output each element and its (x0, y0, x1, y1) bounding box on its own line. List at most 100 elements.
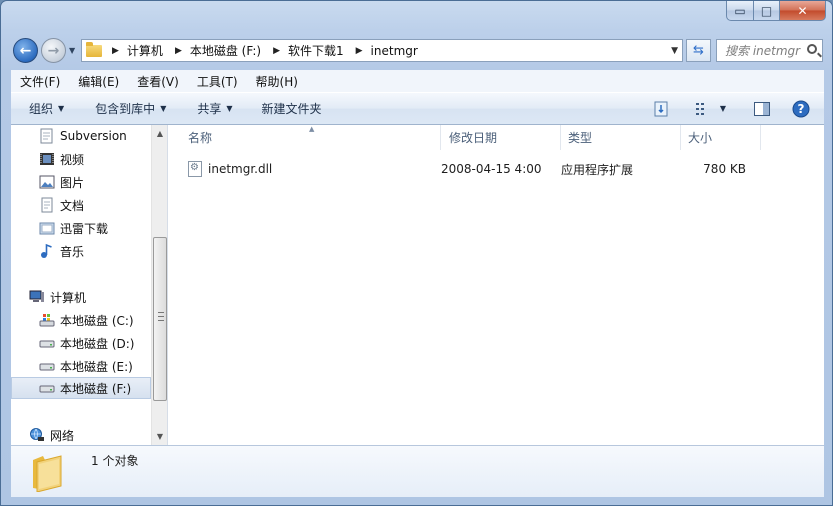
address-dropdown-icon[interactable]: ▼ (671, 46, 678, 56)
nav-item-documents[interactable]: 文档 (39, 194, 84, 216)
table-row[interactable]: inetmgr.dll 2008-04-15 4:00 应用程序扩展 780 K… (188, 159, 778, 179)
folder-icon (33, 455, 62, 492)
search-input[interactable]: 搜索 inetmgr (716, 39, 823, 62)
organize-button[interactable]: 组织 ▼ (11, 100, 73, 117)
scroll-down-icon[interactable]: ▼ (152, 428, 167, 444)
close-button[interactable]: ✕ (780, 1, 826, 21)
command-bar: 组织 ▼ 包含到库中 ▼ 共享 ▼ 新建文件夹 ▼ ? (11, 92, 824, 125)
forward-button[interactable]: → (41, 38, 66, 63)
nav-item-videos[interactable]: 视频 (39, 148, 84, 170)
nav-item-pictures[interactable]: 图片 (39, 171, 84, 193)
maximize-button[interactable]: □ (754, 1, 780, 21)
include-in-library-label: 包含到库中 (95, 102, 156, 116)
menu-view[interactable]: 查看(V) (128, 73, 188, 90)
breadcrumb-separator-icon[interactable]: ▶ (356, 46, 363, 56)
nav-item-network[interactable]: 网络 (29, 424, 74, 445)
caption-buttons: ▭ □ ✕ (726, 1, 826, 23)
recent-pages-dropdown[interactable]: ▼ (69, 46, 79, 55)
nav-item-label: 本地磁盘 (F:) (60, 381, 132, 396)
address-bar[interactable]: ▶ 计算机 ▶ 本地磁盘 (F:) ▶ 软件下载1 ▶ inetmgr ▼ (81, 39, 683, 62)
nav-item-music[interactable]: 音乐 (39, 240, 84, 262)
music-icon (41, 243, 52, 258)
computer-icon (29, 290, 44, 302)
file-modified: 2008-04-15 4:00 (441, 162, 542, 176)
close-icon: ✕ (797, 3, 808, 18)
video-icon (40, 153, 54, 165)
chevron-down-icon: ▼ (160, 104, 167, 113)
nav-scrollbar[interactable]: ▲ ▼ (151, 125, 167, 445)
nav-item-label: 文档 (60, 198, 85, 213)
drive-icon (39, 340, 55, 348)
breadcrumb-computer[interactable]: 计算机 (127, 42, 163, 59)
refresh-icon: ⇆ (693, 43, 704, 58)
maximize-icon: □ (760, 3, 773, 18)
nav-item-label: Subversion (60, 129, 127, 143)
file-list[interactable]: ▲ 名称 修改日期 类型 大小 inetmgr.dll 2008-04-15 4… (169, 125, 824, 445)
download-folder-icon (39, 222, 55, 235)
breadcrumb-drive-f[interactable]: 本地磁盘 (F:) (190, 42, 261, 59)
drive-icon (39, 363, 55, 371)
column-header-label: 修改日期 (449, 131, 498, 145)
file-name: inetmgr.dll (208, 162, 273, 176)
column-header-label: 类型 (568, 131, 593, 145)
organize-label: 组织 (29, 102, 54, 116)
nav-item-label: 音乐 (60, 244, 85, 259)
breadcrumb-downloads[interactable]: 软件下载1 (288, 42, 344, 59)
menu-bar: 文件(F) 编辑(E) 查看(V) 工具(T) 帮助(H) (11, 70, 824, 92)
chevron-down-icon: ▼ (58, 104, 65, 113)
menu-edit[interactable]: 编辑(E) (69, 73, 128, 90)
nav-item-computer[interactable]: 计算机 (29, 286, 86, 308)
back-arrow-icon: ← (19, 42, 32, 59)
column-header-label: 名称 (188, 131, 213, 145)
nav-item-drive-d[interactable]: 本地磁盘 (D:) (39, 332, 134, 354)
breadcrumb-inetmgr[interactable]: inetmgr (371, 44, 418, 58)
search-placeholder: 搜索 inetmgr (725, 44, 801, 58)
picture-icon (39, 175, 55, 189)
grip-icon (158, 312, 164, 321)
nav-item-drive-c[interactable]: 本地磁盘 (C:) (39, 309, 134, 331)
view-list-icon[interactable] (695, 101, 712, 117)
note-icon[interactable] (654, 101, 668, 117)
nav-item-label: 本地磁盘 (D:) (60, 336, 135, 351)
status-item-count: 1 个对象 (91, 454, 139, 468)
nav-item-label: 网络 (50, 428, 75, 443)
share-button[interactable]: 共享 ▼ (175, 100, 241, 117)
scroll-up-icon[interactable]: ▲ (152, 125, 167, 141)
refresh-button[interactable]: ⇆ (686, 39, 711, 62)
navigation-pane[interactable]: Subversion 视频 图片 文档 迅雷下载 音乐 计算机 本地磁盘 (C:… (11, 125, 168, 445)
column-header-modified[interactable]: 修改日期 (441, 125, 561, 150)
back-button[interactable]: ← (13, 38, 38, 63)
nav-item-drive-e[interactable]: 本地磁盘 (E:) (39, 355, 133, 377)
forward-arrow-icon: → (47, 42, 60, 59)
breadcrumb-separator-icon[interactable]: ▶ (175, 46, 182, 56)
nav-item-drive-f[interactable]: 本地磁盘 (F:) (11, 377, 151, 399)
nav-item-label: 本地磁盘 (C:) (60, 313, 134, 328)
scrollbar-thumb[interactable] (153, 237, 167, 401)
column-header-name[interactable]: 名称 (169, 125, 441, 150)
column-header-type[interactable]: 类型 (561, 125, 681, 150)
file-size: 780 KB (703, 162, 746, 176)
breadcrumb-separator-icon[interactable]: ▶ (273, 46, 280, 56)
include-in-library-button[interactable]: 包含到库中 ▼ (73, 100, 175, 117)
preview-pane-icon[interactable] (754, 101, 770, 117)
view-controls: ▼ ? (646, 93, 824, 124)
nav-item-xunlei[interactable]: 迅雷下载 (39, 217, 108, 239)
chevron-down-icon: ▼ (226, 104, 233, 113)
svg-text:?: ? (798, 102, 805, 116)
column-header-size[interactable]: 大小 (681, 125, 761, 150)
menu-tools[interactable]: 工具(T) (188, 73, 247, 90)
breadcrumb-separator-icon[interactable]: ▶ (112, 46, 119, 56)
drive-icon (39, 385, 55, 393)
view-dropdown-icon[interactable]: ▼ (720, 104, 726, 113)
search-icon[interactable] (807, 44, 817, 54)
menu-help[interactable]: 帮助(H) (247, 73, 307, 90)
help-icon[interactable]: ? (792, 100, 810, 118)
document-icon (40, 128, 53, 144)
minimize-icon: ▭ (734, 3, 746, 18)
new-folder-button[interactable]: 新建文件夹 (242, 100, 331, 117)
minimize-button[interactable]: ▭ (726, 1, 754, 21)
dll-file-icon (188, 161, 202, 177)
menu-file[interactable]: 文件(F) (11, 73, 69, 90)
folder-icon (86, 41, 102, 57)
nav-item-subversion[interactable]: Subversion (39, 125, 127, 147)
